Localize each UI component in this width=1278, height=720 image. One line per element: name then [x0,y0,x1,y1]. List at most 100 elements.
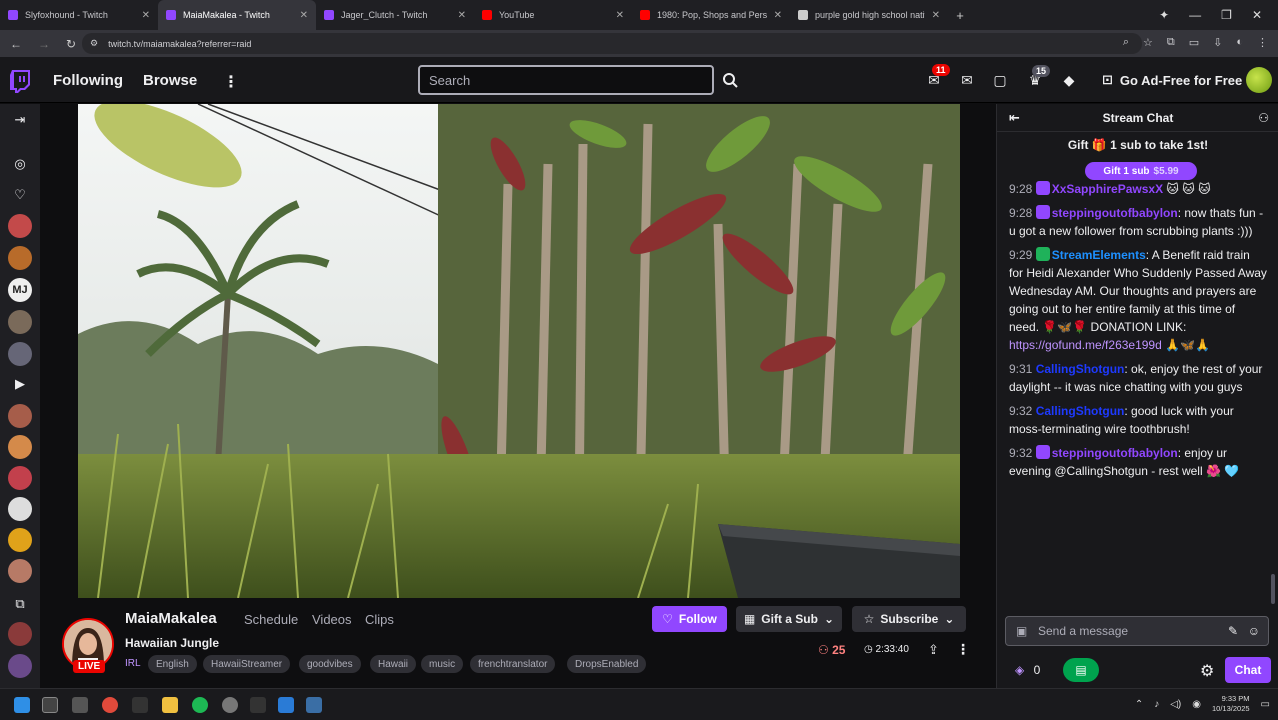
chat-scrollbar[interactable] [1271,574,1275,604]
task-view-icon[interactable] [42,697,58,713]
chat-username[interactable]: steppingoutofbabylon [1052,206,1178,220]
tab-close-icon[interactable]: ✕ [774,10,782,21]
followed-channel-avatar[interactable] [8,310,32,334]
recommended-channel-avatar[interactable] [8,435,32,459]
zoom-icon[interactable]: ⌕ [1123,36,1129,49]
back-icon[interactable]: ← [10,37,22,51]
tag[interactable]: music [421,655,464,673]
followed-channel-avatar[interactable]: MJ [8,278,32,302]
search-button[interactable] [716,65,744,95]
recommended-channel-avatar[interactable] [8,497,32,521]
community-icon[interactable]: ⚇ [1258,111,1269,125]
recommended-icon[interactable]: ◎ [10,154,30,174]
videos-link[interactable]: Videos [312,612,352,627]
recommended-channel-avatar[interactable] [8,404,32,428]
nav-browse[interactable]: Browse [143,72,197,89]
downloads-icon[interactable]: ⇩ [1213,36,1222,49]
ad-free-button[interactable]: ⊡ Go Ad-Free for Free [1092,67,1252,93]
followed-channel-avatar[interactable] [8,214,32,238]
search-input[interactable]: Search [418,65,714,95]
expand-sidebar-icon[interactable]: ⇥ [10,110,30,130]
site-info-icon[interactable]: ⚙ [90,38,98,49]
app-icon[interactable] [132,697,148,713]
chat-username[interactable]: steppingoutofbabylon [1052,446,1178,460]
chat-link[interactable]: https://gofund.me/f263e199d [1009,338,1162,352]
restore-icon[interactable]: ❐ [1221,8,1232,22]
chat-settings-square-icon[interactable]: ▣ [1016,624,1027,638]
chrome-icon[interactable] [102,697,118,713]
steam-icon[interactable] [306,697,322,713]
chat-username[interactable]: CallingShotgun [1036,362,1125,376]
gift-one-sub-button[interactable]: Gift 1 sub $5.99 [1085,162,1197,180]
collapse-chat-icon[interactable]: ⇤ [1009,110,1020,126]
followed-channel-avatar[interactable] [8,342,32,366]
explorer-icon[interactable] [72,697,88,713]
channel-name[interactable]: MaiaMakalea [125,610,217,627]
browser-tab[interactable]: YouTube ✕ [474,0,632,30]
chat-badge-icon[interactable] [1035,247,1050,261]
extension-puzzle-icon[interactable]: ⧉ [1167,36,1175,49]
minimize-icon[interactable]: — [1189,8,1201,22]
more-kebab-icon[interactable]: ⋮ [223,72,239,92]
send-chat-button[interactable]: Chat [1225,657,1271,683]
spotify-icon[interactable] [192,697,208,713]
live-video-player[interactable] [78,104,960,598]
browser-tab[interactable]: Slyfoxhound - Twitch ✕ [0,0,158,30]
tag[interactable]: Hawaii [370,655,417,673]
browser-tab[interactable]: purple gold high school native ✕ [790,0,948,30]
chat-settings-gear-icon[interactable]: ⚙ [1200,661,1214,681]
browser-tab[interactable]: MaiaMakalea - Twitch ✕ [158,0,316,30]
chat-username[interactable]: StreamElements [1052,248,1146,262]
whispers-icon[interactable]: ✉ [957,70,977,90]
address-bar[interactable]: ⚙ twitch.tv/maiamakalea?referrer=raid [82,33,1142,54]
recommended-channel-avatar[interactable] [8,528,32,552]
reload-icon[interactable]: ↻ [66,37,76,51]
claim-bonus-button[interactable]: ▤ [1063,658,1099,682]
followed-heart-icon[interactable]: ♡ [10,185,30,205]
folder-icon[interactable] [162,697,178,713]
recommended-channel-avatar[interactable] [8,622,32,646]
nav-following[interactable]: Following [53,72,123,89]
chat-input[interactable]: ▣ Send a message ✎ ☺ [1005,616,1269,646]
emote-picker-icon[interactable]: ☺ [1248,624,1260,638]
tab-close-icon[interactable]: ✕ [142,10,150,21]
video-camera-icon[interactable]: ▶ [10,374,30,394]
profile-icon[interactable]: ◐ [1236,36,1243,49]
tag[interactable]: goodvibes [299,655,361,673]
activity-feed-icon[interactable]: ▢ [990,70,1010,90]
collapse-icon[interactable]: ⧉ [10,594,30,614]
recommended-channel-avatar[interactable] [8,466,32,490]
share-icon[interactable]: ⇪ [928,642,939,658]
chat-badge-icon[interactable] [1035,181,1050,195]
chat-badge-icon[interactable] [1035,205,1050,219]
network-icon[interactable]: ◉ [1192,699,1201,710]
app-icon[interactable] [250,697,266,713]
tag[interactable]: frenchtranslator [470,655,556,673]
gift-sub-button[interactable]: ▦ Gift a Sub ⌄ [736,606,842,632]
chat-badge-icon[interactable] [1035,445,1050,459]
tag[interactable]: English [148,655,197,673]
tab-close-icon[interactable]: ✕ [616,10,624,21]
mic-icon[interactable]: ♪ [1154,699,1159,710]
browser-tab[interactable]: 1980: Pop, Shops and Personal ✕ [632,0,790,30]
windows-start-icon[interactable] [14,697,30,713]
twitch-logo-icon[interactable] [9,69,31,93]
category-link[interactable]: IRL [125,658,141,669]
close-window-icon[interactable]: ✕ [1252,8,1262,22]
bookmark-star-icon[interactable]: ☆ [1143,36,1153,49]
followed-channel-avatar[interactable] [8,246,32,270]
system-clock[interactable]: 9:33 PM 10/13/2025 [1212,694,1250,714]
app-icon[interactable] [278,697,294,713]
user-avatar[interactable] [1246,67,1272,93]
chat-username[interactable]: CallingShotgun [1036,404,1125,418]
tab-close-icon[interactable]: ✕ [932,10,940,21]
sidebar-icon[interactable]: ▭ [1189,36,1199,49]
tab-close-icon[interactable]: ✕ [300,10,308,21]
bits-icon[interactable]: ◆ [1059,70,1079,90]
new-tab-icon[interactable]: + [948,8,972,23]
app-icon[interactable] [222,697,238,713]
speaker-icon[interactable]: ◁) [1170,699,1181,710]
recommended-channel-avatar[interactable] [8,559,32,583]
recommended-channel-avatar[interactable] [8,654,32,678]
menu-kebab-icon[interactable]: ⋮ [1257,36,1268,49]
